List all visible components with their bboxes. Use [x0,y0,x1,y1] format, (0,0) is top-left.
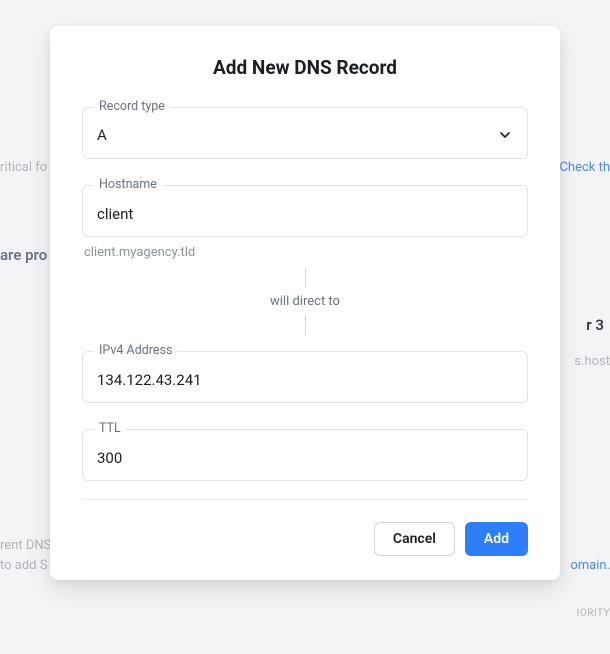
connector-text: will direct to [82,288,528,315]
backdrop-link: omain. [570,558,610,573]
connector: will direct to [82,268,528,335]
backdrop-text: to add S [0,558,47,573]
add-button[interactable]: Add [465,522,528,556]
hostname-input[interactable] [82,185,528,237]
backdrop-text: r 3 [586,316,604,334]
record-type-label: Record type [94,99,170,114]
hostname-hint: client.myagency.tld [82,245,528,260]
backdrop-text: s.host [574,354,610,369]
backdrop-text: ritical fo [0,160,47,175]
backdrop-text: IORITY [577,608,610,619]
backdrop-link: Check th [559,160,610,175]
add-dns-record-modal: Add New DNS Record Record type A Hostnam… [50,26,560,580]
ttl-label: TTL [94,421,126,436]
divider [82,499,528,500]
backdrop-text: rent DNS [0,538,51,553]
cancel-button[interactable]: Cancel [374,522,455,556]
ipv4-field: IPv4 Address [82,351,528,403]
ttl-field: TTL [82,429,528,481]
record-type-value: A [97,126,107,144]
button-row: Cancel Add [82,522,528,556]
record-type-field: Record type A [82,107,528,159]
hostname-label: Hostname [94,177,162,192]
ipv4-label: IPv4 Address [94,343,177,358]
chevron-down-icon [497,127,513,143]
connector-line-top [305,268,306,288]
connector-line-bottom [305,315,306,335]
ipv4-input[interactable] [82,351,528,403]
hostname-field: Hostname [82,185,528,237]
record-type-select[interactable]: A [82,107,528,159]
ttl-input[interactable] [82,429,528,481]
modal-title: Add New DNS Record [82,56,528,79]
backdrop-heading: are pro [0,246,47,264]
